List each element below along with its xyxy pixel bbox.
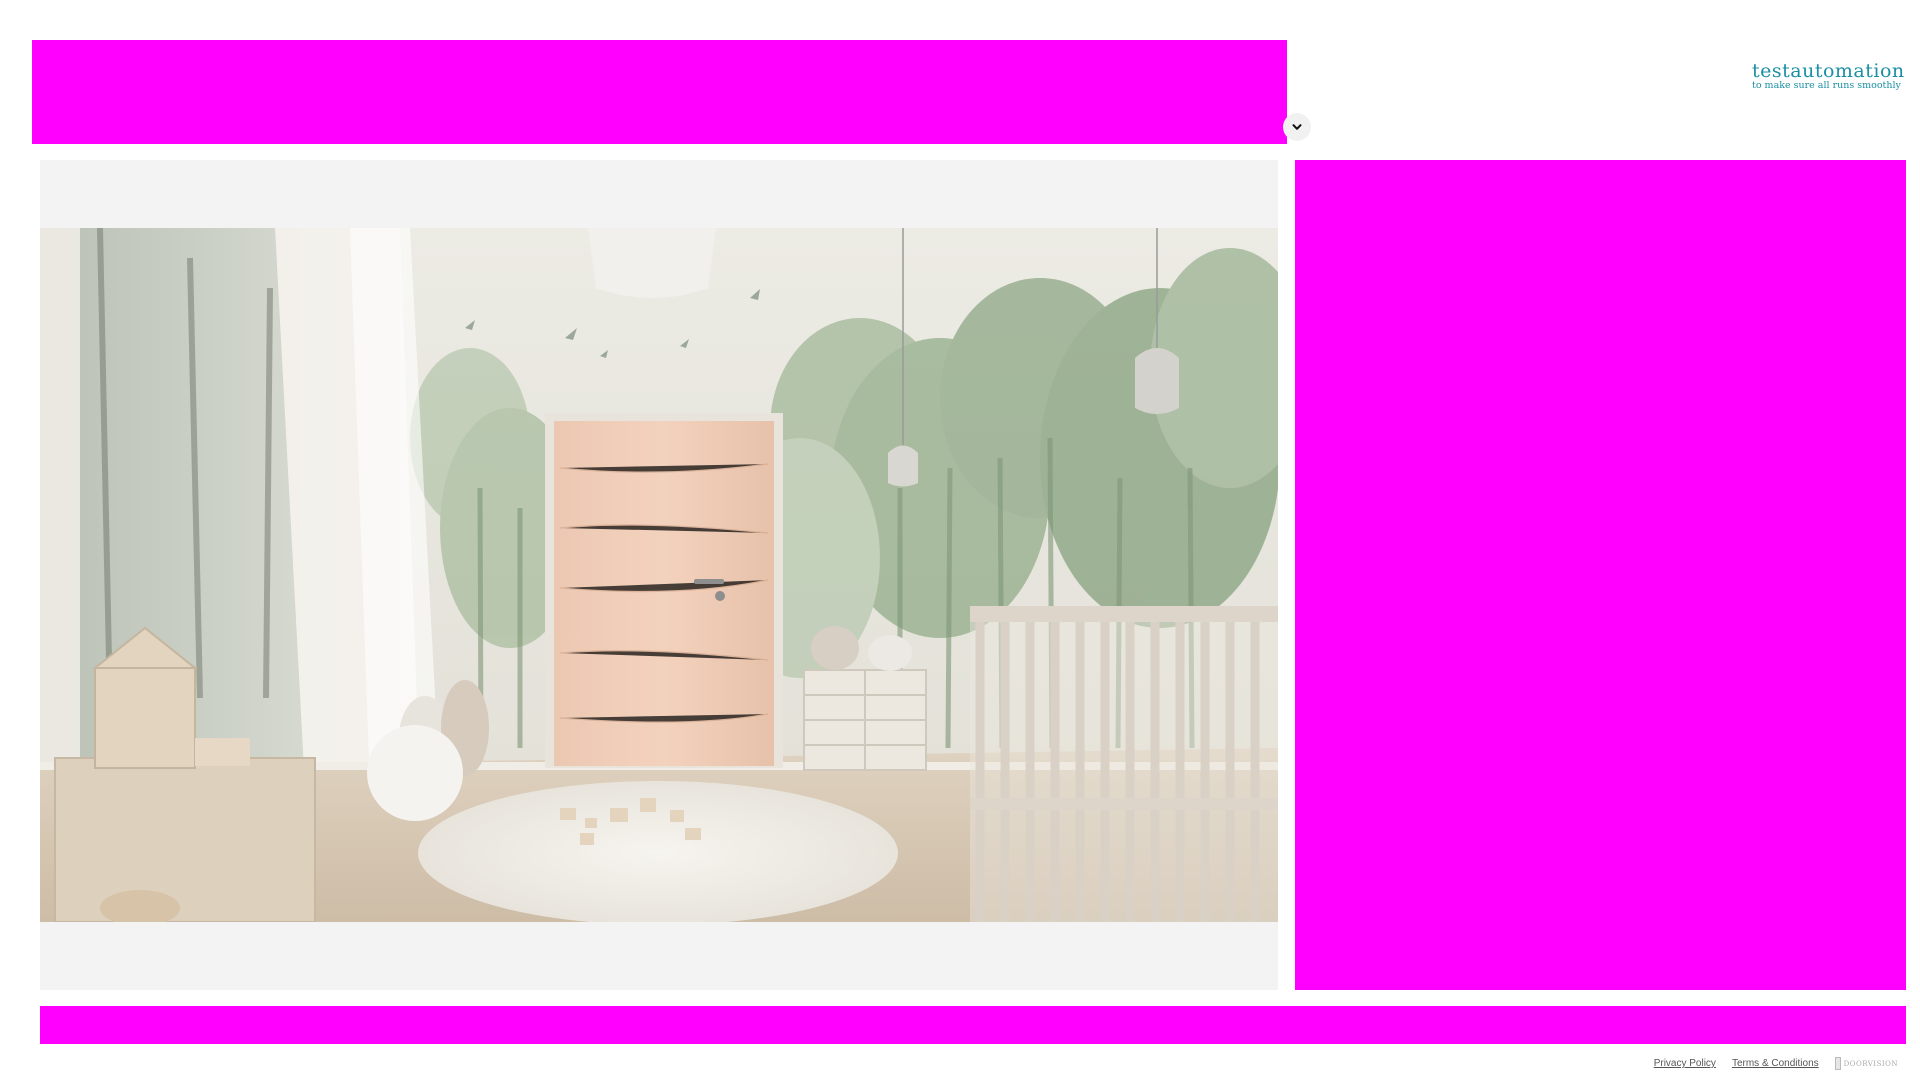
- chevron-down-icon: [1292, 124, 1302, 130]
- brand-label: DOORVISION: [1843, 1059, 1898, 1068]
- privacy-policy-link[interactable]: Privacy Policy: [1654, 1058, 1716, 1069]
- collapse-toggle-button[interactable]: [1283, 113, 1311, 141]
- terms-conditions-link[interactable]: Terms & Conditions: [1732, 1058, 1819, 1069]
- room-preview: [40, 160, 1278, 990]
- logo-title: testautomation: [1752, 60, 1905, 82]
- doorvision-brand[interactable]: DOORVISION: [1834, 1057, 1898, 1070]
- top-banner-placeholder: [32, 40, 1287, 144]
- door-icon: [1834, 1057, 1841, 1070]
- logo-tagline: to make sure all runs smoothly: [1752, 80, 1901, 91]
- brand-logo[interactable]: testautomation to make sure all runs smo…: [1752, 60, 1905, 92]
- bottom-bar-placeholder: [40, 1006, 1906, 1044]
- room-scene-image: [40, 228, 1278, 922]
- side-panel-placeholder: [1295, 160, 1906, 990]
- footer: Privacy Policy Terms & Conditions DOORVI…: [1654, 1057, 1898, 1070]
